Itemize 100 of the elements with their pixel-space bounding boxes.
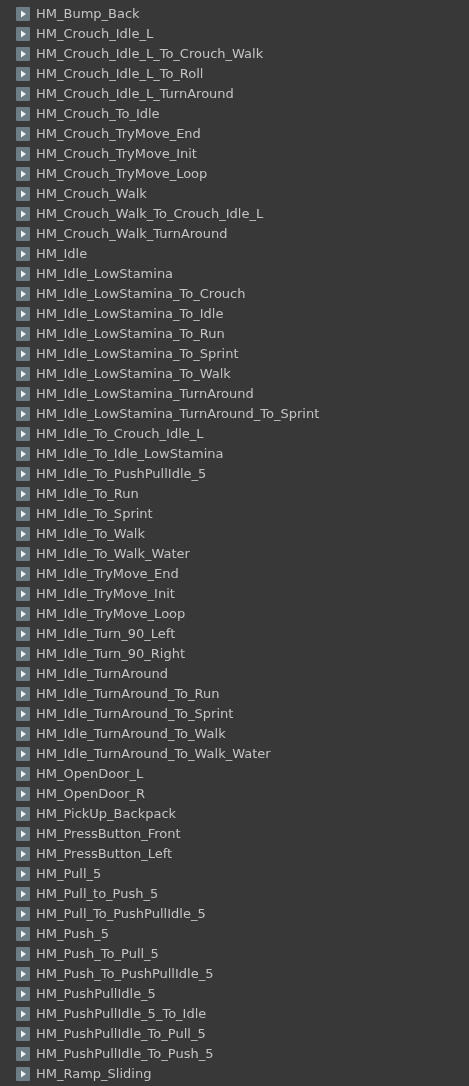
clip-name[interactable]: HM_Idle_To_Walk	[36, 524, 145, 544]
clip-name[interactable]: HM_Crouch_To_Idle	[36, 104, 160, 124]
clip-name[interactable]: HM_Bump_Back	[36, 4, 140, 24]
clip-name[interactable]: HM_Idle_LowStamina_To_Crouch	[36, 284, 246, 304]
animation-clip-icon	[16, 207, 30, 221]
clip-name[interactable]: HM_PushPullIdle_To_Push_5	[36, 1044, 214, 1064]
animation-clip-icon	[16, 867, 30, 881]
clip-name[interactable]: HM_PressButton_Front	[36, 824, 181, 844]
animation-clip-icon	[16, 667, 30, 681]
clip-name[interactable]: HM_Idle_Turn_90_Left	[36, 624, 176, 644]
clip-name[interactable]: HM_Idle_To_Crouch_Idle_L	[36, 424, 204, 444]
clip-name[interactable]: HM_Idle_LowStamina_To_Idle	[36, 304, 224, 324]
animation-clip-icon	[16, 987, 30, 1001]
clip-name[interactable]: HM_Crouch_TryMove_Init	[36, 144, 197, 164]
clip-name[interactable]: HM_Crouch_Walk_TurnAround	[36, 224, 228, 244]
clip-name[interactable]: HM_PushPullIdle_To_Pull_5	[36, 1024, 206, 1044]
animation-clip-icon	[16, 467, 30, 481]
clip-name[interactable]: HM_PressButton_Left	[36, 844, 173, 864]
clip-name[interactable]: HM_Crouch_Idle_L_To_Roll	[36, 64, 204, 84]
clip-name[interactable]: HM_Idle_TurnAround_To_Run	[36, 684, 220, 704]
clip-name[interactable]: HM_Idle_LowStamina_TurnAround	[36, 384, 254, 404]
animation-clip-icon	[16, 27, 30, 41]
animation-clip-icon	[16, 267, 30, 281]
clip-name[interactable]: HM_Idle_TurnAround_To_Walk_Water	[36, 744, 271, 764]
animation-clip-icon	[16, 127, 30, 141]
animation-clip-icon	[16, 907, 30, 921]
clip-name[interactable]: HM_Idle_TryMove_End	[36, 564, 179, 584]
animation-clip-icon	[16, 767, 30, 781]
clip-name[interactable]: HM_Crouch_Idle_L_To_Crouch_Walk	[36, 44, 264, 64]
animation-clip-icon	[16, 227, 30, 241]
clip-name[interactable]: HM_Crouch_Idle_L_TurnAround	[36, 84, 234, 104]
clip-name[interactable]: HM_Idle_LowStamina_To_Walk	[36, 364, 231, 384]
animation-clip-icon	[16, 587, 30, 601]
animation-clip-icon	[16, 287, 30, 301]
animation-clip-icon	[16, 847, 30, 861]
animation-clip-icon	[16, 447, 30, 461]
animation-clip-icon	[16, 407, 30, 421]
animation-clip-icon	[16, 387, 30, 401]
animation-clip-icon	[16, 7, 30, 21]
clip-name[interactable]: HM_Idle_LowStamina_To_Run	[36, 324, 225, 344]
animation-clip-icon	[16, 887, 30, 901]
clip-name[interactable]: HM_Idle_To_Walk_Water	[36, 544, 190, 564]
animation-clip-icon	[16, 1027, 30, 1041]
clip-name[interactable]: HM_Push_5	[36, 924, 110, 944]
animation-clip-icon	[16, 747, 30, 761]
clip-name[interactable]: HM_Idle_TryMove_Loop	[36, 604, 186, 624]
clip-name[interactable]: HM_Crouch_Idle_L	[36, 24, 154, 44]
clip-name[interactable]: HM_PickUp_Backpack	[36, 804, 177, 824]
clip-name[interactable]: HM_Idle_LowStamina_TurnAround_To_Sprint	[36, 404, 320, 424]
animation-clip-icon	[16, 1047, 30, 1061]
clip-name[interactable]: HM_PushPullIdle_5	[36, 984, 156, 1004]
animation-clip-icon	[16, 67, 30, 81]
animation-clip-icon	[16, 827, 30, 841]
animation-clip-icon	[16, 1067, 30, 1081]
clip-name[interactable]: HM_Crouch_TryMove_End	[36, 124, 201, 144]
animation-clip-icon	[16, 607, 30, 621]
clip-name[interactable]: HM_Crouch_Walk	[36, 184, 147, 204]
clip-name[interactable]: HM_OpenDoor_R	[36, 784, 145, 804]
clip-name[interactable]: HM_OpenDoor_L	[36, 764, 144, 784]
animation-clip-icon	[16, 247, 30, 261]
animation-clip-icon	[16, 1007, 30, 1021]
clip-name[interactable]: HM_Push_To_Pull_5	[36, 944, 159, 964]
clip-name[interactable]: HM_Idle_To_Run	[36, 484, 139, 504]
clip-name[interactable]: HM_Ramp_Sliding	[36, 1064, 152, 1084]
clip-name[interactable]: HM_Pull_to_Push_5	[36, 884, 159, 904]
animation-clip-icon	[16, 147, 30, 161]
animation-clip-icon	[16, 327, 30, 341]
clip-name[interactable]: HM_PushPullIdle_5_To_Idle	[36, 1004, 207, 1024]
animation-clip-icon	[16, 687, 30, 701]
clip-name[interactable]: HM_Pull_5	[36, 864, 102, 884]
clip-name[interactable]: HM_Idle_TurnAround	[36, 664, 168, 684]
clip-name[interactable]: HM_Idle_TryMove_Init	[36, 584, 175, 604]
clip-name[interactable]: HM_Push_To_PushPullIdle_5	[36, 964, 214, 984]
clip-name[interactable]: HM_Crouch_TryMove_Loop	[36, 164, 208, 184]
clip-name[interactable]: HM_Idle_To_Idle_LowStamina	[36, 444, 224, 464]
animation-clip-icon	[16, 507, 30, 521]
animation-clip-icon	[16, 187, 30, 201]
animation-clip-icon	[16, 47, 30, 61]
animation-clip-icon	[16, 547, 30, 561]
clip-name[interactable]: HM_Idle_Turn_90_Right	[36, 644, 186, 664]
clip-name[interactable]: HM_Idle_TurnAround_To_Sprint	[36, 704, 234, 724]
animation-clip-icon	[16, 807, 30, 821]
animation-clip-icon	[16, 107, 30, 121]
animation-clip-icon	[16, 487, 30, 501]
clip-name[interactable]: HM_Idle	[36, 244, 88, 264]
animation-clip-icon	[16, 707, 30, 721]
clip-name[interactable]: HM_Idle_TurnAround_To_Walk	[36, 724, 226, 744]
animation-clip-icon	[16, 367, 30, 381]
animation-clip-icon	[16, 167, 30, 181]
animation-clip-icon	[16, 527, 30, 541]
clip-name[interactable]: HM_Idle_To_PushPullIdle_5	[36, 464, 207, 484]
animation-clip-icon	[16, 347, 30, 361]
animation-clip-icon	[16, 567, 30, 581]
clip-name[interactable]: HM_Idle_To_Sprint	[36, 504, 153, 524]
animation-clip-icon	[16, 727, 30, 741]
clip-name[interactable]: HM_Pull_To_PushPullIdle_5	[36, 904, 206, 924]
clip-name[interactable]: HM_Crouch_Walk_To_Crouch_Idle_L	[36, 204, 264, 224]
animation-clip-icon	[16, 927, 30, 941]
clip-name[interactable]: HM_Idle_LowStamina_To_Sprint	[36, 344, 239, 364]
clip-name[interactable]: HM_Idle_LowStamina	[36, 264, 174, 284]
